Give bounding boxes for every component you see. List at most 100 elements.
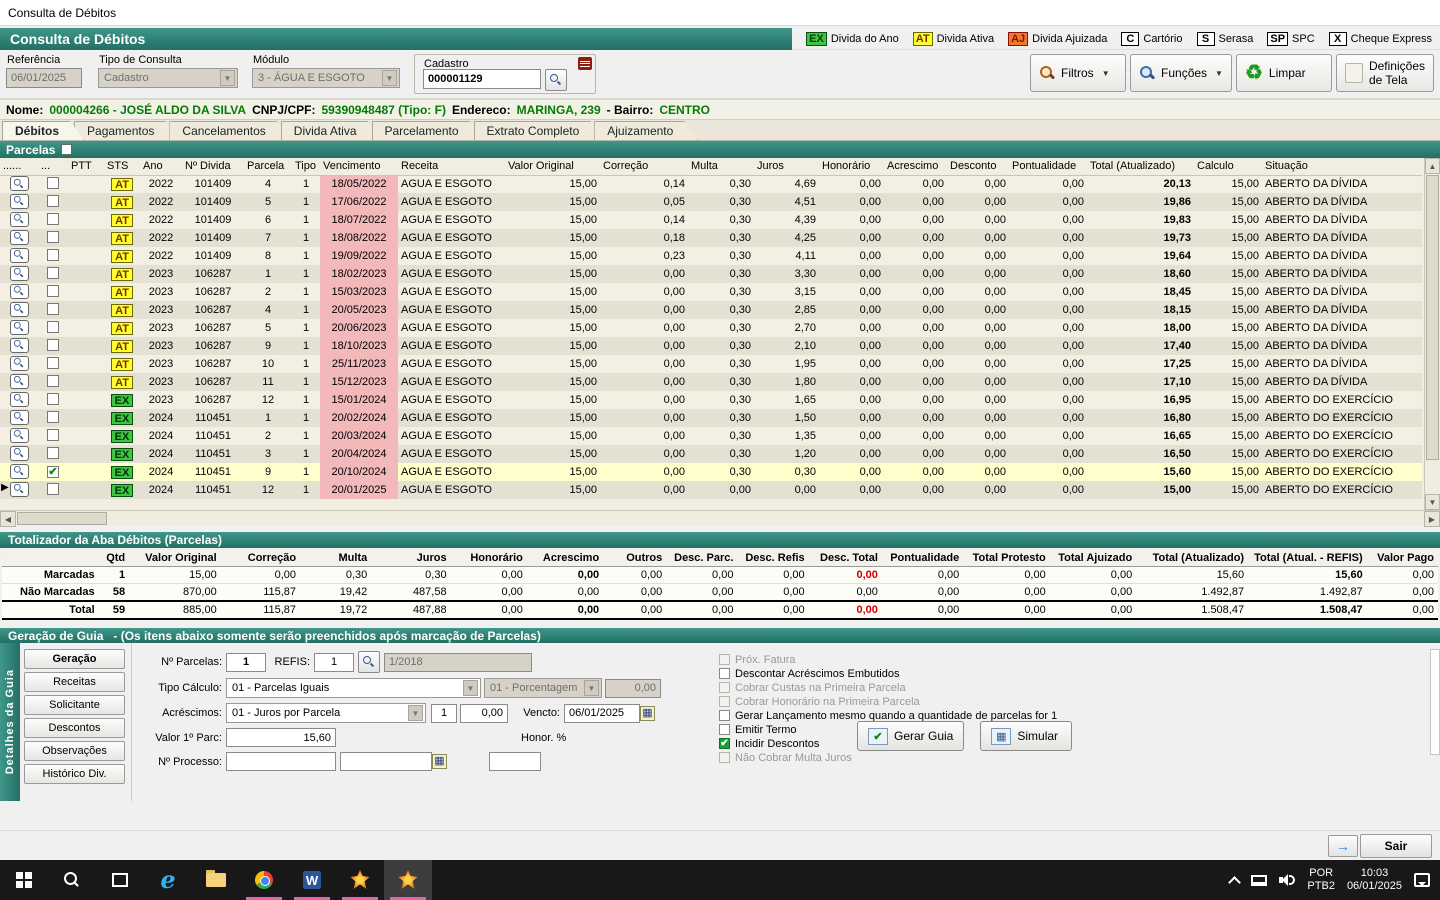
refis-field[interactable] (314, 653, 354, 672)
vertical-scrollbar[interactable]: ▲ ▼ (1424, 158, 1440, 510)
scrollbar-thumb[interactable] (1426, 175, 1439, 460)
row-detail-button[interactable] (10, 212, 29, 227)
row-checkbox[interactable] (47, 357, 59, 369)
row-detail-button[interactable] (10, 410, 29, 425)
porcentagem-field[interactable] (605, 679, 661, 698)
grid-header[interactable]: Correção (600, 158, 688, 175)
option-checkbox[interactable] (719, 654, 730, 665)
row-checkbox[interactable] (47, 321, 59, 333)
tab-pagamentos[interactable]: Pagamentos (74, 121, 179, 140)
num-processo-field[interactable] (226, 752, 336, 771)
guia-side-button-geração[interactable]: Geração (24, 649, 125, 669)
option-checkbox[interactable] (719, 710, 730, 721)
option-checkbox[interactable] (719, 668, 730, 679)
scroll-right-icon[interactable]: ▶ (1424, 511, 1440, 527)
taskbar-search-button[interactable] (48, 860, 96, 900)
guia-side-button-histórico-div-[interactable]: Histórico Div. (24, 764, 125, 784)
gerar-guia-button[interactable]: ✔ Gerar Guia (857, 721, 964, 751)
option-checkbox[interactable]: ✔ (719, 738, 730, 749)
scrollbar-thumb[interactable] (17, 512, 107, 525)
grid-header[interactable]: Tipo (292, 158, 320, 175)
row-checkbox[interactable] (47, 195, 59, 207)
row-checkbox[interactable] (47, 231, 59, 243)
num-parcelas-field[interactable] (226, 653, 266, 672)
refis-ref-field[interactable] (384, 653, 532, 672)
grid-header[interactable]: Parcela (244, 158, 292, 175)
row-checkbox[interactable] (47, 447, 59, 459)
funcoes-button[interactable]: Funções ▼ (1130, 54, 1232, 92)
row-detail-button[interactable] (10, 284, 29, 299)
guia-side-button-observações[interactable]: Observações (24, 741, 125, 761)
row-detail-button[interactable] (10, 428, 29, 443)
tray-chevron-icon[interactable] (1229, 876, 1242, 889)
grid-header[interactable]: Calculo (1194, 158, 1262, 175)
row-detail-button[interactable] (10, 482, 29, 497)
exit-icon[interactable]: → (1328, 835, 1358, 857)
explorer-taskbar-button[interactable] (192, 860, 240, 900)
option-checkbox[interactable] (719, 696, 730, 707)
tipo-consulta-select[interactable]: Cadastro ▼ (98, 68, 238, 88)
taskbar-clock[interactable]: 10:0306/01/2025 (1347, 867, 1402, 893)
row-detail-button[interactable] (10, 338, 29, 353)
tab-parcelamento[interactable]: Parcelamento (372, 121, 484, 140)
honor-field[interactable] (489, 752, 541, 771)
scroll-down-icon[interactable]: ▼ (1425, 494, 1440, 510)
row-checkbox[interactable] (47, 213, 59, 225)
modulo-select[interactable]: 3 - ÁGUA E ESGOTO ▼ (252, 68, 400, 88)
cadastro-field[interactable] (423, 69, 541, 89)
word-taskbar-button[interactable]: W (288, 860, 336, 900)
filtros-button[interactable]: Filtros ▼ (1030, 54, 1126, 92)
grid-header[interactable]: Honorário (819, 158, 884, 175)
option-checkbox[interactable] (719, 682, 730, 693)
porcentagem-select[interactable]: 01 - Porcentagem ▼ (484, 678, 602, 698)
referencia-field[interactable] (6, 68, 82, 88)
grid-header[interactable]: Valor Original (505, 158, 600, 175)
row-detail-button[interactable] (10, 374, 29, 389)
grid-header[interactable]: Total (Atualizado) (1087, 158, 1194, 175)
row-detail-button[interactable] (10, 266, 29, 281)
row-detail-button[interactable] (10, 392, 29, 407)
option-checkbox[interactable] (719, 752, 730, 763)
row-checkbox[interactable] (47, 483, 59, 495)
calendar-icon[interactable]: ▦ (640, 706, 655, 721)
row-detail-button[interactable] (10, 464, 29, 479)
row-checkbox[interactable] (47, 375, 59, 387)
definicoes-tela-button[interactable]: Definições de Tela (1336, 54, 1434, 92)
row-checkbox[interactable] (47, 393, 59, 405)
grid-header[interactable]: Juros (754, 158, 819, 175)
tab-divida-ativa[interactable]: Divida Ativa (281, 121, 382, 140)
row-checkbox[interactable] (47, 285, 59, 297)
row-checkbox[interactable] (47, 411, 59, 423)
grid-header[interactable]: Desconto (947, 158, 1009, 175)
horizontal-scrollbar[interactable]: ◀ ▶ (0, 510, 1440, 526)
scroll-left-icon[interactable]: ◀ (0, 511, 16, 527)
row-checkbox[interactable] (47, 177, 59, 189)
simular-button[interactable]: ▦ Simular (980, 721, 1072, 751)
processo-data-field[interactable] (340, 752, 432, 771)
grid-header[interactable]: Ano (140, 158, 182, 175)
row-detail-button[interactable] (10, 302, 29, 317)
cadastro-search-button[interactable] (545, 69, 567, 91)
scroll-up-icon[interactable]: ▲ (1425, 158, 1440, 174)
row-detail-button[interactable] (10, 230, 29, 245)
grid-header[interactable]: Nº Divida (182, 158, 244, 175)
network-icon[interactable] (1251, 875, 1267, 886)
grid-header[interactable]: PTT (68, 158, 104, 175)
row-detail-button[interactable] (10, 176, 29, 191)
task-view-button[interactable] (96, 860, 144, 900)
acrescimos-select[interactable]: 01 - Juros por Parcela ▼ (226, 703, 426, 723)
valor-primeira-parcela-field[interactable] (226, 728, 336, 747)
tipo-calculo-select[interactable]: 01 - Parcelas Iguais ▼ (226, 678, 481, 698)
row-checkbox[interactable] (47, 249, 59, 261)
guia-side-button-receitas[interactable]: Receitas (24, 672, 125, 692)
app2-taskbar-button[interactable] (384, 860, 432, 900)
grid-header[interactable]: STS (104, 158, 140, 175)
grid-header[interactable]: Acrescimo (884, 158, 947, 175)
row-detail-button[interactable] (10, 320, 29, 335)
vencto-field[interactable] (564, 704, 640, 723)
refis-search-button[interactable] (358, 651, 380, 673)
option-checkbox[interactable] (719, 724, 730, 735)
row-checkbox[interactable] (47, 303, 59, 315)
calendar-icon[interactable]: ▦ (432, 754, 447, 769)
grid-header[interactable]: ... (38, 158, 68, 175)
